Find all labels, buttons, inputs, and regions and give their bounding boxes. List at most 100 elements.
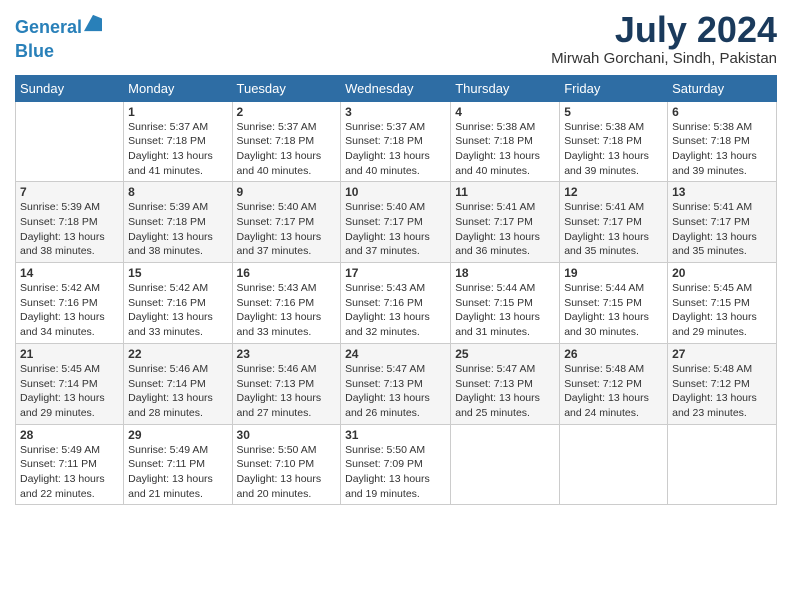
weekday-header-thursday: Thursday: [451, 75, 560, 101]
week-row-3: 21Sunrise: 5:45 AM Sunset: 7:14 PM Dayli…: [16, 343, 777, 424]
day-number: 4: [455, 105, 555, 119]
day-cell: 17Sunrise: 5:43 AM Sunset: 7:16 PM Dayli…: [341, 263, 451, 344]
day-number: 23: [237, 347, 337, 361]
day-info: Sunrise: 5:43 AM Sunset: 7:16 PM Dayligh…: [237, 281, 337, 340]
day-info: Sunrise: 5:47 AM Sunset: 7:13 PM Dayligh…: [455, 362, 555, 421]
day-number: 3: [345, 105, 446, 119]
calendar-container: General Blue July 2024 Mirwah Gorchani, …: [0, 0, 792, 515]
week-row-2: 14Sunrise: 5:42 AM Sunset: 7:16 PM Dayli…: [16, 263, 777, 344]
day-number: 22: [128, 347, 227, 361]
day-cell: 15Sunrise: 5:42 AM Sunset: 7:16 PM Dayli…: [124, 263, 232, 344]
day-info: Sunrise: 5:44 AM Sunset: 7:15 PM Dayligh…: [455, 281, 555, 340]
logo: General Blue: [15, 14, 102, 62]
day-number: 2: [237, 105, 337, 119]
day-cell: 27Sunrise: 5:48 AM Sunset: 7:12 PM Dayli…: [668, 343, 777, 424]
weekday-header-friday: Friday: [560, 75, 668, 101]
day-number: 29: [128, 428, 227, 442]
day-info: Sunrise: 5:41 AM Sunset: 7:17 PM Dayligh…: [672, 200, 772, 259]
day-cell: 24Sunrise: 5:47 AM Sunset: 7:13 PM Dayli…: [341, 343, 451, 424]
day-cell: 8Sunrise: 5:39 AM Sunset: 7:18 PM Daylig…: [124, 182, 232, 263]
day-info: Sunrise: 5:37 AM Sunset: 7:18 PM Dayligh…: [237, 120, 337, 179]
day-cell: 28Sunrise: 5:49 AM Sunset: 7:11 PM Dayli…: [16, 424, 124, 505]
day-cell: 29Sunrise: 5:49 AM Sunset: 7:11 PM Dayli…: [124, 424, 232, 505]
day-cell: 16Sunrise: 5:43 AM Sunset: 7:16 PM Dayli…: [232, 263, 341, 344]
day-number: 6: [672, 105, 772, 119]
day-info: Sunrise: 5:49 AM Sunset: 7:11 PM Dayligh…: [20, 443, 119, 502]
day-number: 12: [564, 185, 663, 199]
day-cell: 6Sunrise: 5:38 AM Sunset: 7:18 PM Daylig…: [668, 101, 777, 182]
day-number: 21: [20, 347, 119, 361]
day-cell: [668, 424, 777, 505]
day-cell: 31Sunrise: 5:50 AM Sunset: 7:09 PM Dayli…: [341, 424, 451, 505]
day-info: Sunrise: 5:39 AM Sunset: 7:18 PM Dayligh…: [128, 200, 227, 259]
day-info: Sunrise: 5:48 AM Sunset: 7:12 PM Dayligh…: [672, 362, 772, 421]
day-number: 9: [237, 185, 337, 199]
day-info: Sunrise: 5:39 AM Sunset: 7:18 PM Dayligh…: [20, 200, 119, 259]
day-info: Sunrise: 5:45 AM Sunset: 7:14 PM Dayligh…: [20, 362, 119, 421]
day-number: 19: [564, 266, 663, 280]
day-number: 27: [672, 347, 772, 361]
day-info: Sunrise: 5:46 AM Sunset: 7:14 PM Dayligh…: [128, 362, 227, 421]
day-number: 16: [237, 266, 337, 280]
day-cell: 12Sunrise: 5:41 AM Sunset: 7:17 PM Dayli…: [560, 182, 668, 263]
day-cell: [451, 424, 560, 505]
day-cell: 5Sunrise: 5:38 AM Sunset: 7:18 PM Daylig…: [560, 101, 668, 182]
day-cell: 11Sunrise: 5:41 AM Sunset: 7:17 PM Dayli…: [451, 182, 560, 263]
day-number: 25: [455, 347, 555, 361]
weekday-header-tuesday: Tuesday: [232, 75, 341, 101]
day-info: Sunrise: 5:37 AM Sunset: 7:18 PM Dayligh…: [345, 120, 446, 179]
day-info: Sunrise: 5:38 AM Sunset: 7:18 PM Dayligh…: [672, 120, 772, 179]
day-number: 30: [237, 428, 337, 442]
day-info: Sunrise: 5:38 AM Sunset: 7:18 PM Dayligh…: [455, 120, 555, 179]
day-cell: 25Sunrise: 5:47 AM Sunset: 7:13 PM Dayli…: [451, 343, 560, 424]
calendar-table: SundayMondayTuesdayWednesdayThursdayFrid…: [15, 75, 777, 506]
day-cell: 30Sunrise: 5:50 AM Sunset: 7:10 PM Dayli…: [232, 424, 341, 505]
day-cell: [16, 101, 124, 182]
day-number: 7: [20, 185, 119, 199]
day-number: 26: [564, 347, 663, 361]
day-cell: [560, 424, 668, 505]
day-info: Sunrise: 5:48 AM Sunset: 7:12 PM Dayligh…: [564, 362, 663, 421]
day-cell: 1Sunrise: 5:37 AM Sunset: 7:18 PM Daylig…: [124, 101, 232, 182]
logo-icon: [84, 14, 102, 32]
weekday-header-saturday: Saturday: [668, 75, 777, 101]
day-info: Sunrise: 5:41 AM Sunset: 7:17 PM Dayligh…: [455, 200, 555, 259]
day-number: 14: [20, 266, 119, 280]
day-info: Sunrise: 5:38 AM Sunset: 7:18 PM Dayligh…: [564, 120, 663, 179]
day-number: 28: [20, 428, 119, 442]
day-info: Sunrise: 5:50 AM Sunset: 7:10 PM Dayligh…: [237, 443, 337, 502]
day-cell: 4Sunrise: 5:38 AM Sunset: 7:18 PM Daylig…: [451, 101, 560, 182]
day-number: 17: [345, 266, 446, 280]
day-info: Sunrise: 5:44 AM Sunset: 7:15 PM Dayligh…: [564, 281, 663, 340]
day-cell: 10Sunrise: 5:40 AM Sunset: 7:17 PM Dayli…: [341, 182, 451, 263]
weekday-header-monday: Monday: [124, 75, 232, 101]
day-number: 13: [672, 185, 772, 199]
title-area: July 2024 Mirwah Gorchani, Sindh, Pakist…: [551, 10, 777, 67]
day-cell: 21Sunrise: 5:45 AM Sunset: 7:14 PM Dayli…: [16, 343, 124, 424]
day-info: Sunrise: 5:42 AM Sunset: 7:16 PM Dayligh…: [20, 281, 119, 340]
day-cell: 3Sunrise: 5:37 AM Sunset: 7:18 PM Daylig…: [341, 101, 451, 182]
day-number: 8: [128, 185, 227, 199]
day-cell: 26Sunrise: 5:48 AM Sunset: 7:12 PM Dayli…: [560, 343, 668, 424]
day-cell: 19Sunrise: 5:44 AM Sunset: 7:15 PM Dayli…: [560, 263, 668, 344]
day-cell: 20Sunrise: 5:45 AM Sunset: 7:15 PM Dayli…: [668, 263, 777, 344]
day-info: Sunrise: 5:42 AM Sunset: 7:16 PM Dayligh…: [128, 281, 227, 340]
day-info: Sunrise: 5:46 AM Sunset: 7:13 PM Dayligh…: [237, 362, 337, 421]
day-number: 20: [672, 266, 772, 280]
day-info: Sunrise: 5:40 AM Sunset: 7:17 PM Dayligh…: [237, 200, 337, 259]
day-info: Sunrise: 5:43 AM Sunset: 7:16 PM Dayligh…: [345, 281, 446, 340]
day-cell: 13Sunrise: 5:41 AM Sunset: 7:17 PM Dayli…: [668, 182, 777, 263]
day-number: 10: [345, 185, 446, 199]
day-number: 11: [455, 185, 555, 199]
day-info: Sunrise: 5:47 AM Sunset: 7:13 PM Dayligh…: [345, 362, 446, 421]
weekday-header-row: SundayMondayTuesdayWednesdayThursdayFrid…: [16, 75, 777, 101]
weekday-header-sunday: Sunday: [16, 75, 124, 101]
day-number: 1: [128, 105, 227, 119]
day-cell: 7Sunrise: 5:39 AM Sunset: 7:18 PM Daylig…: [16, 182, 124, 263]
day-cell: 9Sunrise: 5:40 AM Sunset: 7:17 PM Daylig…: [232, 182, 341, 263]
day-number: 24: [345, 347, 446, 361]
month-title: July 2024: [551, 10, 777, 50]
day-cell: 18Sunrise: 5:44 AM Sunset: 7:15 PM Dayli…: [451, 263, 560, 344]
day-info: Sunrise: 5:49 AM Sunset: 7:11 PM Dayligh…: [128, 443, 227, 502]
day-number: 31: [345, 428, 446, 442]
